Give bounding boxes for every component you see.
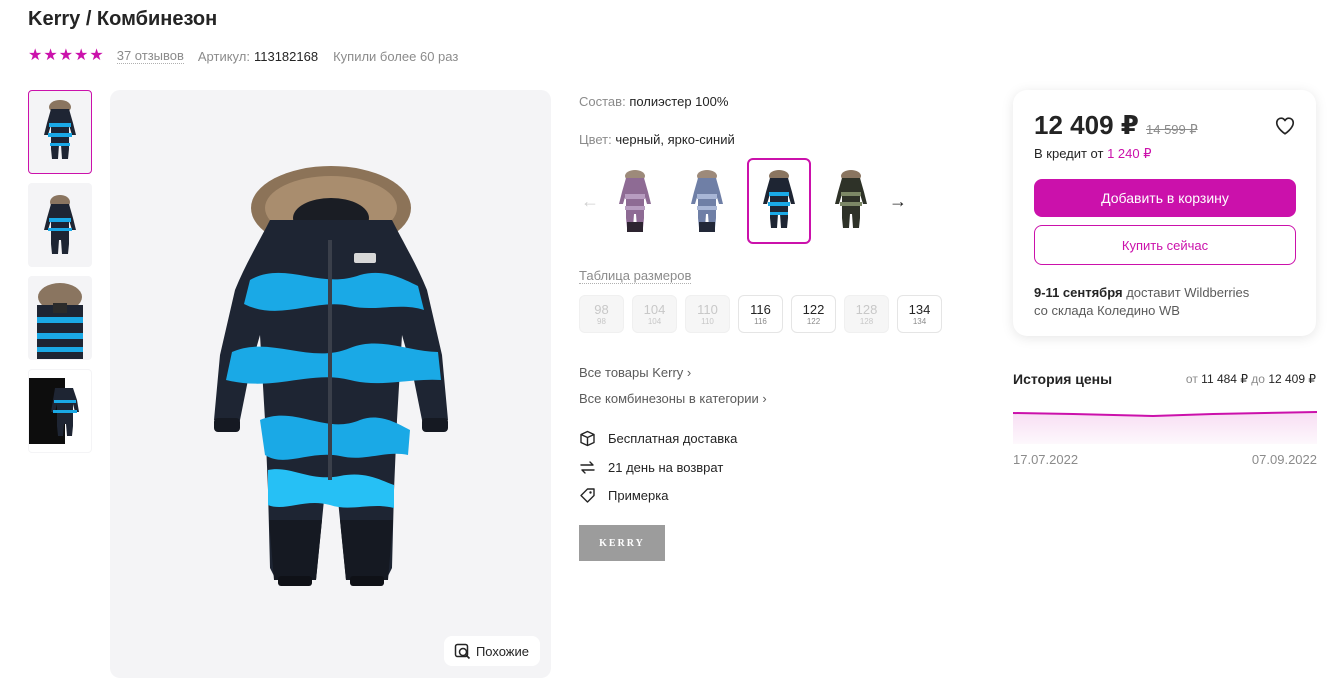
color-variant-blue-grey[interactable] [675, 158, 739, 244]
delivery-info: 9-11 сентября доставит Wildberries со ск… [1034, 285, 1250, 318]
category-link[interactable]: Все комбинезоны в категории › [579, 391, 767, 406]
reviews-link[interactable]: 37 отзывов [116, 48, 184, 64]
chevron-right-icon: › [686, 365, 692, 380]
tag-icon [580, 488, 595, 503]
star-icon: ★ [74, 47, 89, 64]
main-product-photo[interactable]: Похожие [110, 90, 551, 678]
size-option[interactable]: 110 110 [685, 295, 730, 333]
brand-logo[interactable]: KERRY [579, 525, 665, 561]
article-label: Артикул: [197, 48, 250, 64]
box-icon [580, 430, 595, 447]
heart-icon[interactable] [1274, 115, 1296, 137]
add-to-cart-button[interactable]: Добавить в корзину [1034, 179, 1296, 217]
composition-row: Состав: полиэстер 100% [579, 94, 728, 109]
thumbnail-3[interactable] [28, 276, 92, 360]
product-title: Kerry / Комбинезон [28, 8, 218, 30]
article-value[interactable]: 113182168 [254, 49, 318, 64]
feature-free-delivery: Бесплатная доставка [579, 430, 737, 447]
thumbnail-2[interactable] [28, 183, 92, 267]
similar-button[interactable]: Похожие [443, 636, 540, 666]
feature-fitting: Примерка [579, 487, 668, 504]
star-icon: ★ [89, 47, 104, 64]
history-date-end: 07.09.2022 [1251, 452, 1317, 467]
thumbnail-list [28, 90, 92, 462]
delivery-date: 9-11 сентября [1034, 285, 1123, 300]
price-history-title: История цены [1013, 371, 1113, 387]
jumpsuit-illustration [214, 166, 448, 586]
return-icon [580, 461, 595, 474]
size-option[interactable]: 98 98 [579, 295, 624, 333]
size-option[interactable]: 122 122 [791, 295, 836, 333]
star-icon: ★ [58, 47, 74, 64]
thumbnail-1[interactable] [28, 90, 92, 174]
history-date-start: 17.07.2022 [1013, 452, 1079, 467]
composition-value: полиэстер 100% [629, 94, 729, 109]
composition-label: Состав: [579, 94, 626, 109]
rating-stars[interactable]: ★ ★ ★ ★ ★ [28, 48, 104, 64]
product-meta: ★ ★ ★ ★ ★ 37 отзывов Артикул: 113182168 … [28, 47, 458, 65]
arrow-left-icon[interactable]: ← [579, 190, 601, 212]
chevron-right-icon: › [762, 391, 767, 406]
star-icon: ★ [28, 47, 43, 64]
size-table-link[interactable]: Таблица размеров [579, 268, 692, 284]
similar-search-icon [454, 643, 471, 659]
buy-now-button[interactable]: Купить сейчас [1034, 225, 1296, 265]
size-option[interactable]: 128 128 [844, 295, 889, 333]
size-list: 98 98 104 104 110 110 116 116 122 122 128 128 … [579, 295, 942, 333]
size-option[interactable]: 104 104 [632, 295, 677, 333]
credit-line: В кредит от 1 240 ₽ [1034, 146, 1152, 161]
current-price: 12 409 ₽ [1034, 110, 1139, 140]
color-row: Цвет: черный, ярко-синий [579, 132, 735, 147]
color-variant-black-blue[interactable] [747, 158, 811, 244]
price-history-chart[interactable] [1013, 402, 1317, 448]
old-price: 14 599 ₽ [1146, 122, 1198, 137]
color-value: черный, ярко-синий [615, 132, 735, 147]
color-variants: ← → [579, 158, 919, 244]
color-variant-khaki[interactable] [819, 158, 883, 244]
size-option[interactable]: 116 116 [738, 295, 783, 333]
price-area [1013, 412, 1317, 444]
color-variant-purple[interactable] [603, 158, 667, 244]
thumbnail-4[interactable] [28, 369, 92, 453]
brand-products-link[interactable]: Все товары Kerry › [579, 365, 691, 380]
size-option[interactable]: 134 134 [897, 295, 942, 333]
price-card: 12 409 ₽ 14 599 ₽ В кредит от 1 240 ₽ До… [1013, 90, 1316, 336]
similar-label: Похожие [475, 643, 529, 659]
arrow-right-icon[interactable]: → [887, 190, 909, 212]
bought-count: Купили более 60 раз [333, 48, 459, 64]
credit-value[interactable]: 1 240 ₽ [1107, 146, 1151, 161]
star-icon: ★ [43, 47, 58, 64]
feature-return: 21 день на возврат [579, 459, 723, 476]
color-label: Цвет: [579, 132, 612, 147]
price-history-range: от 11 484 ₽ до 12 409 ₽ [1185, 372, 1316, 386]
